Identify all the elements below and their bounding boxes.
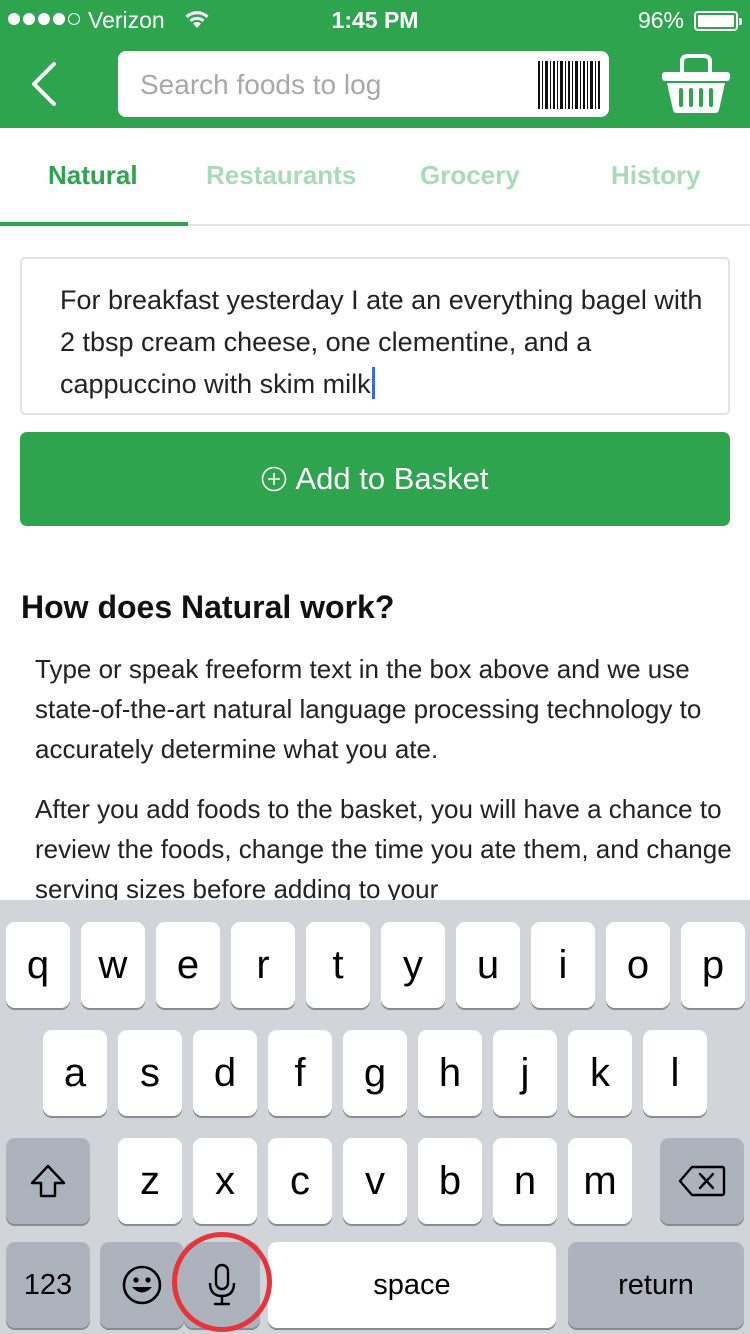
app-header: Verizon 1:45 PM 96% bbox=[0, 0, 750, 128]
shift-key[interactable] bbox=[6, 1138, 90, 1224]
entry-text: For breakfast yesterday I ate an everyth… bbox=[60, 285, 703, 399]
key-w[interactable]: w bbox=[81, 922, 145, 1008]
key-y[interactable]: y bbox=[381, 922, 445, 1008]
plus-circle-icon bbox=[262, 466, 287, 492]
info-heading: How does Natural work? bbox=[21, 589, 395, 625]
active-tab-indicator bbox=[0, 222, 188, 226]
key-h[interactable]: h bbox=[418, 1030, 482, 1116]
emoji-icon bbox=[122, 1265, 162, 1305]
key-n[interactable]: n bbox=[493, 1138, 557, 1224]
key-f[interactable]: f bbox=[268, 1030, 332, 1116]
key-t[interactable]: t bbox=[306, 922, 370, 1008]
battery-percentage: 96% bbox=[637, 7, 684, 33]
key-m[interactable]: m bbox=[568, 1138, 632, 1224]
key-b[interactable]: b bbox=[418, 1138, 482, 1224]
info-paragraph: Type or speak freeform text in the box a… bbox=[35, 654, 702, 764]
food-source-tabs: Natural Restaurants Grocery History bbox=[0, 128, 750, 226]
key-u[interactable]: u bbox=[456, 922, 520, 1008]
search-input[interactable] bbox=[138, 51, 532, 119]
key-j[interactable]: j bbox=[493, 1030, 557, 1116]
tab-restaurants[interactable]: Restaurants bbox=[206, 160, 356, 191]
tab-history[interactable]: History bbox=[611, 160, 701, 191]
barcode-icon[interactable] bbox=[536, 59, 602, 111]
tab-grocery[interactable]: Grocery bbox=[420, 160, 520, 191]
text-cursor bbox=[371, 367, 375, 399]
key-v[interactable]: v bbox=[343, 1138, 407, 1224]
key-o[interactable]: o bbox=[606, 922, 670, 1008]
chevron-left-icon bbox=[32, 62, 56, 106]
freeform-text-area[interactable]: For breakfast yesterday I ate an everyth… bbox=[20, 257, 730, 415]
key-d[interactable]: d bbox=[193, 1030, 257, 1116]
back-button[interactable] bbox=[20, 56, 70, 112]
numbers-key[interactable]: 123 bbox=[6, 1242, 90, 1328]
key-r[interactable]: r bbox=[231, 922, 295, 1008]
add-to-basket-button[interactable]: Add to Basket bbox=[20, 432, 730, 526]
status-bar: Verizon 1:45 PM 96% bbox=[0, 0, 750, 40]
microphone-highlight-circle bbox=[172, 1232, 272, 1332]
shift-icon bbox=[30, 1164, 66, 1198]
key-c[interactable]: c bbox=[268, 1138, 332, 1224]
key-k[interactable]: k bbox=[568, 1030, 632, 1116]
space-key[interactable]: space bbox=[268, 1242, 556, 1328]
key-i[interactable]: i bbox=[531, 922, 595, 1008]
add-to-basket-label: Add to Basket bbox=[295, 461, 489, 496]
search-bar bbox=[118, 51, 609, 119]
key-p[interactable]: p bbox=[681, 922, 745, 1008]
delete-icon bbox=[678, 1165, 726, 1197]
basket-button[interactable] bbox=[660, 50, 732, 116]
key-e[interactable]: e bbox=[156, 922, 220, 1008]
tab-natural[interactable]: Natural bbox=[48, 160, 138, 191]
key-a[interactable]: a bbox=[43, 1030, 107, 1116]
battery-icon bbox=[694, 11, 742, 31]
delete-key[interactable] bbox=[660, 1138, 744, 1224]
key-q[interactable]: q bbox=[6, 922, 70, 1008]
key-z[interactable]: z bbox=[118, 1138, 182, 1224]
key-g[interactable]: g bbox=[343, 1030, 407, 1116]
basket-icon bbox=[662, 54, 730, 113]
key-x[interactable]: x bbox=[193, 1138, 257, 1224]
return-key[interactable]: return bbox=[568, 1242, 744, 1328]
key-l[interactable]: l bbox=[643, 1030, 707, 1116]
info-paragraph: After you add foods to the basket, you w… bbox=[35, 794, 732, 904]
key-s[interactable]: s bbox=[118, 1030, 182, 1116]
